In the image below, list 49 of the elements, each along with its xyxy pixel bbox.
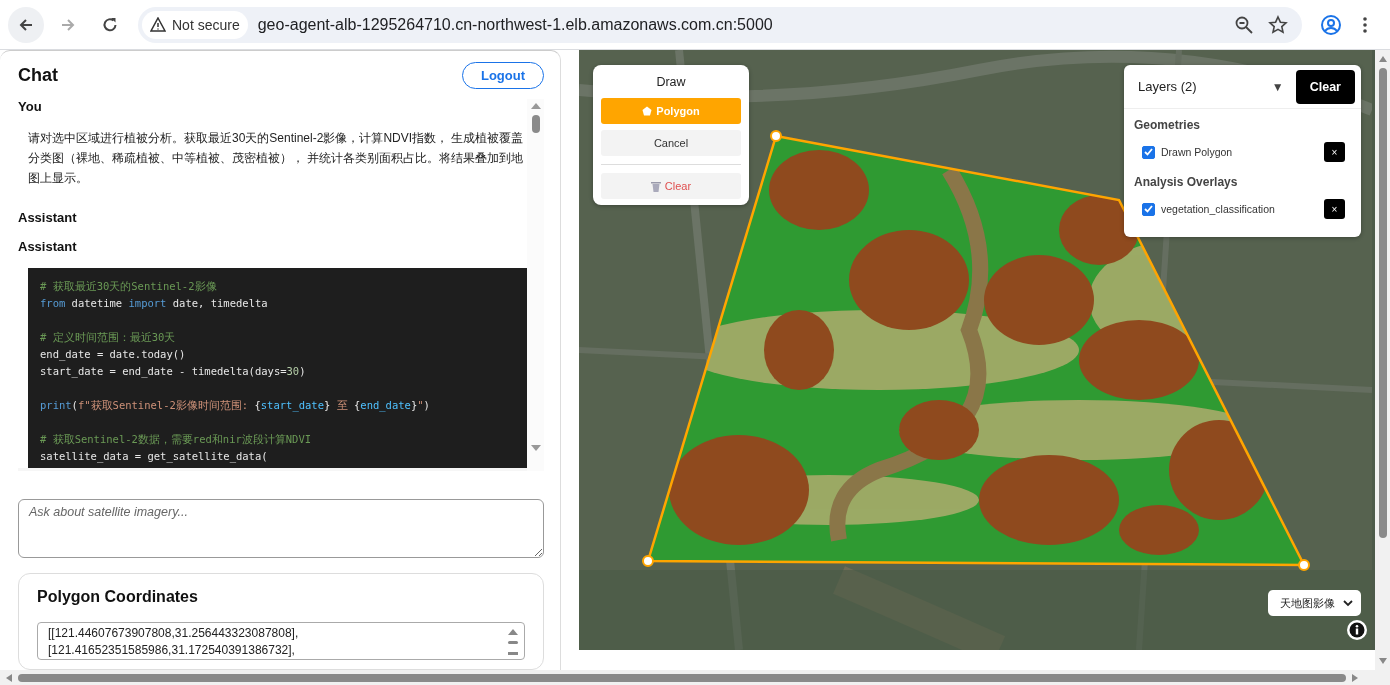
address-bar-url[interactable]: geo-agent-alb-1295264710.cn-northwest-1.elb.amazonaws.com.cn:5000 — [257, 15, 1234, 34]
coordinate-line: [121.41652351585986,31.172540391386732], — [48, 641, 296, 659]
coordinate-line: [[121.44607673907808,31.256443323087808], — [48, 624, 300, 642]
code-block: # 获取最近30天的Sentinel-2影像 from datetime import date, timedelta # 定义时间范围：最近30天 end_date = date.today() start_date = end_date - timedelta(days=30) print(f"获取Sentinel-2影像时间范围: {start_date} 至 {end_date}") # 获取Sentinel-2数据，需要red和nir波段计算NDVI satellite_data = get_satellite_data( — [28, 268, 527, 469]
vertical-scrollbar[interactable] — [527, 99, 544, 472]
warning-icon — [150, 17, 166, 32]
scrollbar-thumb[interactable] — [531, 115, 540, 134]
chevron-down-icon — [1343, 599, 1353, 607]
cancel-tool-button[interactable]: Cancel — [601, 130, 741, 156]
back-button[interactable] — [8, 6, 44, 43]
trash-icon — [650, 180, 661, 192]
zoom-icon[interactable] — [1234, 14, 1254, 35]
scroll-up-icon[interactable] — [529, 101, 542, 112]
bookmark-star-icon[interactable] — [1268, 14, 1288, 35]
scroll-up-icon[interactable] — [1377, 54, 1388, 64]
logout-button[interactable]: Logout — [461, 61, 544, 89]
message-text: 请对选中区域进行植被分析。获取最近30天的Sentinel-2影像，计算NDVI指数， 生成植被覆盖分类图（裸地、稀疏植被、中等植被、茂密植被）， 并统计各类别面积占比。将结果叠加到地图上显示。 — [27, 130, 525, 188]
scrollbar-thumb[interactable] — [18, 673, 1346, 682]
profile-icon[interactable] — [1320, 13, 1342, 36]
message-author: Assistant — [18, 239, 78, 255]
layer-label: Drawn Polygon — [1161, 146, 1234, 158]
pentagon-icon — [642, 106, 653, 116]
layers-title: Layers (2) — [1138, 79, 1198, 94]
remove-layer-button[interactable]: × — [1324, 142, 1345, 162]
layer-group-title: Geometries — [1133, 117, 1202, 134]
collapse-toggle[interactable]: ▼ — [1271, 79, 1284, 94]
scroll-left-icon[interactable] — [4, 672, 14, 683]
chat-input-field[interactable]: Ask about satellite imagery... — [18, 499, 544, 558]
chat-title: Chat — [18, 64, 58, 86]
message-author: You — [18, 99, 43, 115]
message-author: Assistant — [18, 210, 78, 226]
basemap-select[interactable]: 天地图影像 — [1268, 590, 1361, 616]
more-menu-icon[interactable] — [1362, 15, 1368, 34]
coordinates-title: Polygon Coordinates — [37, 587, 199, 606]
scroll-down-icon[interactable] — [1377, 656, 1388, 666]
reload-icon — [101, 15, 119, 34]
scrollbar-thumb[interactable] — [1378, 68, 1387, 538]
draw-title: Draw — [655, 75, 687, 89]
coordinates-field[interactable]: [[121.44607673907808,31.256443323087808], [121.41652351585986,31.172540391386732], — [37, 621, 525, 660]
layer-checkbox[interactable] — [1142, 202, 1155, 216]
clear-tool-button[interactable]: Clear — [601, 173, 741, 199]
layer-checkbox[interactable] — [1142, 145, 1155, 159]
layer-group-title: Analysis Overlays — [1133, 174, 1239, 191]
info-icon[interactable] — [1347, 620, 1367, 640]
clear-layers-button[interactable]: Clear — [1295, 69, 1355, 104]
layer-label: vegetation_classification — [1161, 203, 1276, 215]
security-indicator[interactable]: Not secure — [142, 10, 248, 39]
remove-layer-button[interactable]: × — [1324, 199, 1345, 219]
scroll-right-icon[interactable] — [1350, 672, 1360, 683]
